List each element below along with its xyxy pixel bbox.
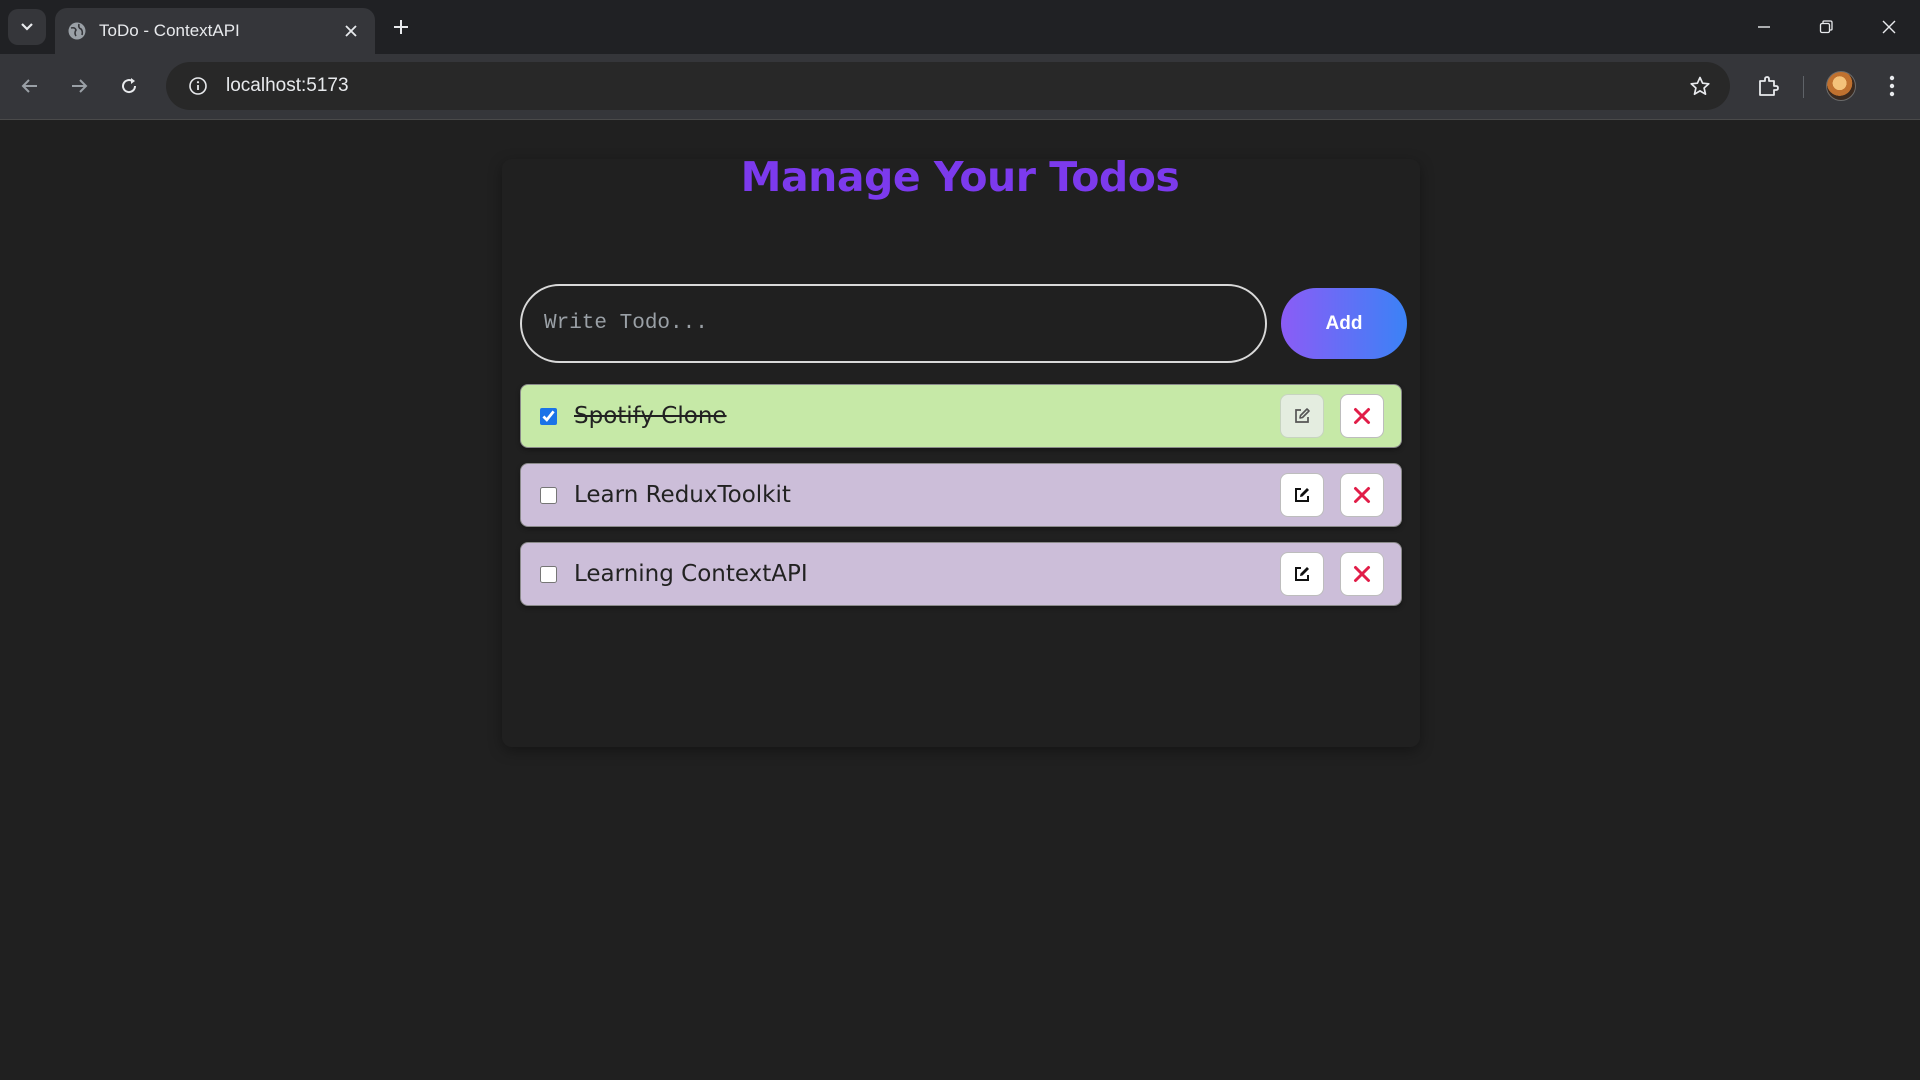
- todo-item: Spotify Clone: [520, 384, 1402, 448]
- browser-tab[interactable]: ToDo - ContextAPI: [55, 8, 375, 54]
- site-info-icon[interactable]: [176, 62, 220, 110]
- add-button[interactable]: Add: [1281, 288, 1407, 359]
- todo-input[interactable]: [520, 284, 1267, 363]
- todo-card: [502, 159, 1420, 747]
- browser-toolbar: localhost:5173: [0, 54, 1920, 120]
- star-icon[interactable]: [1688, 74, 1712, 98]
- arrow-right-icon: [72, 79, 88, 93]
- minimize-button[interactable]: [1744, 10, 1784, 44]
- reload-button[interactable]: [112, 69, 146, 103]
- delete-button[interactable]: [1340, 473, 1384, 517]
- globe-icon: [67, 21, 87, 41]
- todo-checkbox[interactable]: [540, 565, 557, 583]
- close-tab-icon[interactable]: [339, 19, 363, 43]
- todo-checkbox[interactable]: [540, 407, 557, 425]
- forward-button[interactable]: [62, 69, 96, 103]
- edit-icon: [1295, 488, 1309, 502]
- back-button[interactable]: [13, 69, 47, 103]
- todo-item: Learning ContextAPI: [520, 542, 1402, 606]
- puzzle-icon: [1759, 76, 1779, 96]
- reload-icon: [122, 78, 137, 94]
- tab-search-button[interactable]: [8, 9, 46, 45]
- restore-button[interactable]: [1806, 10, 1846, 44]
- delete-button[interactable]: [1340, 394, 1384, 438]
- tab-title: ToDo - ContextAPI: [99, 21, 240, 40]
- browser-menu-button[interactable]: [1876, 70, 1908, 102]
- address-bar[interactable]: localhost:5173: [166, 62, 1730, 110]
- close-icon: [1354, 487, 1370, 503]
- todo-text: Learning ContextAPI: [574, 561, 808, 587]
- page-title: Manage Your Todos: [740, 153, 1180, 201]
- todo-checkbox[interactable]: [540, 486, 557, 504]
- edit-button[interactable]: [1280, 394, 1324, 438]
- tab-strip: ToDo - ContextAPI: [0, 0, 1920, 54]
- toolbar-divider: [1803, 76, 1804, 98]
- edit-button[interactable]: [1280, 552, 1324, 596]
- close-icon: [1354, 408, 1370, 424]
- new-tab-button[interactable]: [387, 13, 415, 41]
- profile-avatar[interactable]: [1826, 71, 1856, 101]
- delete-button[interactable]: [1340, 552, 1384, 596]
- more-vertical-icon: [1889, 75, 1895, 97]
- close-icon: [1882, 20, 1896, 34]
- edit-icon: [1295, 567, 1309, 581]
- restore-icon: [1819, 20, 1833, 34]
- chevron-down-icon: [21, 23, 33, 31]
- edit-icon: [1295, 408, 1310, 423]
- close-window-button[interactable]: [1869, 10, 1909, 44]
- url-text: localhost:5173: [226, 75, 349, 96]
- minimize-icon: [1758, 26, 1770, 28]
- extensions-button[interactable]: [1752, 70, 1784, 102]
- plus-icon: [394, 20, 408, 34]
- edit-button[interactable]: [1280, 473, 1324, 517]
- todo-text: Learn ReduxToolkit: [574, 482, 791, 508]
- close-icon: [1354, 566, 1370, 582]
- arrow-left-icon: [21, 79, 37, 93]
- todo-text: Spotify Clone: [574, 403, 727, 429]
- todo-item: Learn ReduxToolkit: [520, 463, 1402, 527]
